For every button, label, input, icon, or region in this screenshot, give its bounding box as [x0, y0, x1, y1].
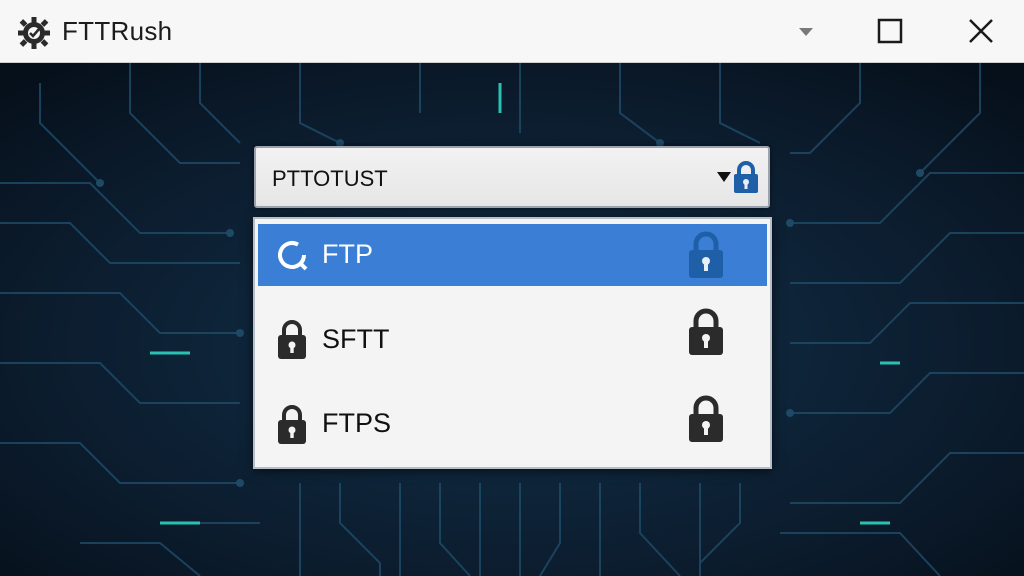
option-label: FTPS — [322, 408, 392, 438]
lock-icon — [278, 320, 306, 359]
lock-icon — [689, 231, 723, 278]
refresh-icon — [278, 241, 308, 271]
combo-value: PTTOTUST — [272, 166, 388, 191]
close-button[interactable] — [958, 8, 1004, 54]
window-title: FTTRush — [62, 16, 173, 46]
protocol-combo-box[interactable]: PTTOTUST — [254, 146, 770, 208]
caret-down-icon[interactable] — [716, 170, 732, 184]
lock-icon — [689, 395, 723, 442]
close-icon — [969, 19, 993, 43]
chevron-down-icon — [799, 28, 813, 36]
maximize-button[interactable] — [867, 8, 913, 54]
lock-icon — [278, 405, 306, 444]
option-ftp[interactable]: FTP — [258, 224, 767, 286]
window-menu-button[interactable] — [783, 8, 829, 54]
maximize-icon — [877, 18, 903, 44]
option-sftt[interactable]: SFTT — [258, 307, 767, 369]
lock-icon — [734, 161, 758, 193]
lock-icon — [689, 308, 723, 355]
option-ftps[interactable]: FTPS — [258, 394, 767, 456]
option-label: FTP — [322, 239, 373, 269]
app-window: FTTRush PTTOTUST FTP SFTT FTPS — [0, 0, 1024, 576]
title-bar: FTTRush — [0, 0, 1024, 63]
gear-icon — [18, 17, 50, 49]
protocol-dropdown-list: FTP SFTT FTPS — [253, 217, 772, 469]
option-label: SFTT — [322, 324, 390, 354]
